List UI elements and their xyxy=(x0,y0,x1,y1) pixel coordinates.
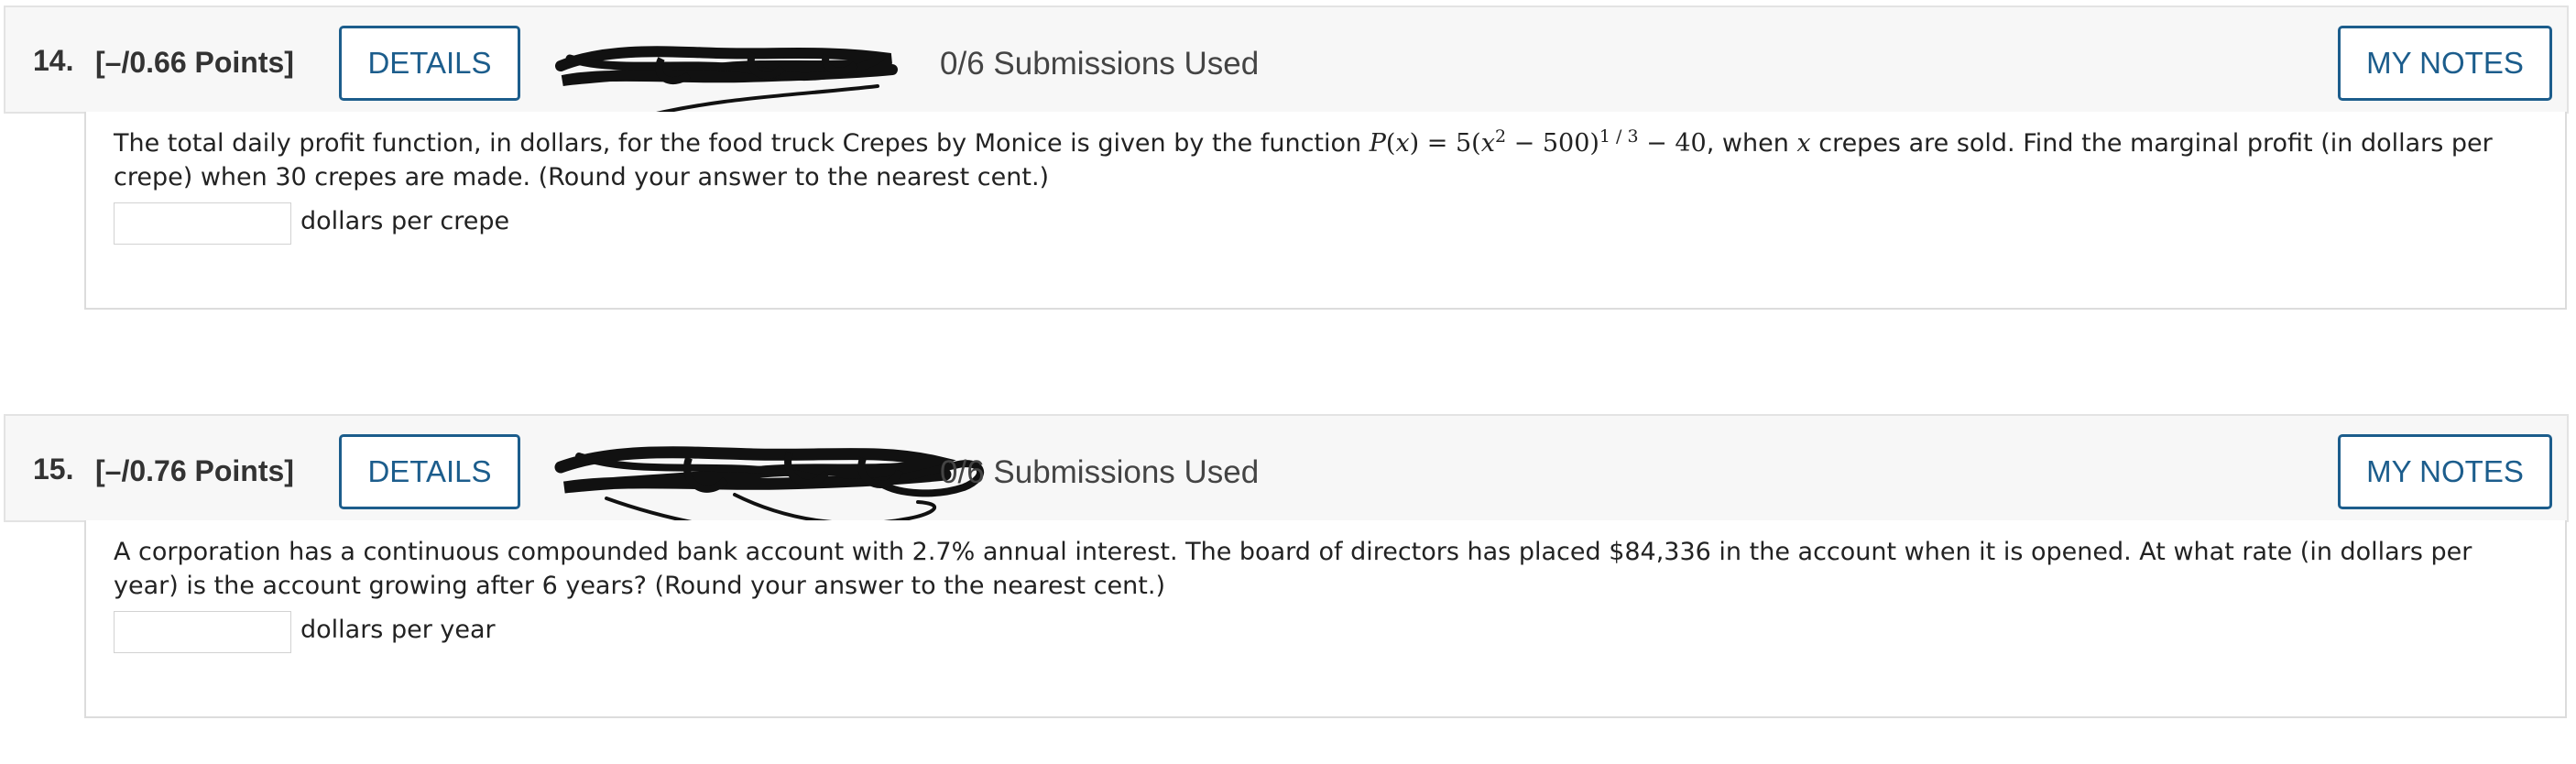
details-button[interactable]: DETAILS xyxy=(339,26,520,101)
answer-unit-label: dollars per year xyxy=(300,616,496,644)
question-number: 14. xyxy=(33,44,74,77)
my-notes-button[interactable]: MY NOTES xyxy=(2338,434,2552,509)
answer-input[interactable] xyxy=(114,611,291,653)
question-header: 14. [–/0.66 Points] DETAILS 0/6 Submissi… xyxy=(4,5,2569,121)
question-text: The total daily profit function, in doll… xyxy=(114,126,2541,194)
question-body: A corporation has a continuous compounde… xyxy=(84,520,2567,718)
redaction-scribble xyxy=(555,46,898,121)
question-points: [–/0.66 Points] xyxy=(95,46,294,79)
formula-equals: = 5( xyxy=(1419,129,1481,158)
question-number: 15. xyxy=(33,453,74,486)
formula-tail: − 40 xyxy=(1638,129,1707,158)
answer-unit-label: dollars per crepe xyxy=(300,207,510,235)
question-text-part: , when xyxy=(1706,129,1797,158)
details-button[interactable]: DETAILS xyxy=(339,434,520,509)
formula-outer-exponent: 1 / 3 xyxy=(1599,126,1639,147)
formula-function: P xyxy=(1369,129,1386,158)
submissions-used: 0/6 Submissions Used xyxy=(940,46,1260,82)
answer-input[interactable] xyxy=(114,202,291,245)
question-text: A corporation has a continuous compounde… xyxy=(114,538,2472,600)
question-text-part: The total daily profit function, in doll… xyxy=(114,129,1370,158)
question-text-variable: x xyxy=(1796,129,1811,158)
formula-base-exponent: 2 xyxy=(1494,126,1507,147)
profit-formula: P(x) = 5(x2 − 500)1 / 3 − 40 xyxy=(1369,126,1707,158)
formula-base-variable: x xyxy=(1480,129,1495,158)
question-header: 15. [–/0.76 Points] DETAILS 0/6 Submissi… xyxy=(4,414,2569,541)
my-notes-button[interactable]: MY NOTES xyxy=(2338,26,2552,101)
question-points: [–/0.76 Points] xyxy=(95,454,294,487)
question-body: The total daily profit function, in doll… xyxy=(84,112,2567,310)
submissions-used: 0/6 Submissions Used xyxy=(940,454,1260,490)
formula-argument: x xyxy=(1395,129,1410,158)
formula-base-rest: − 500) xyxy=(1506,129,1599,158)
